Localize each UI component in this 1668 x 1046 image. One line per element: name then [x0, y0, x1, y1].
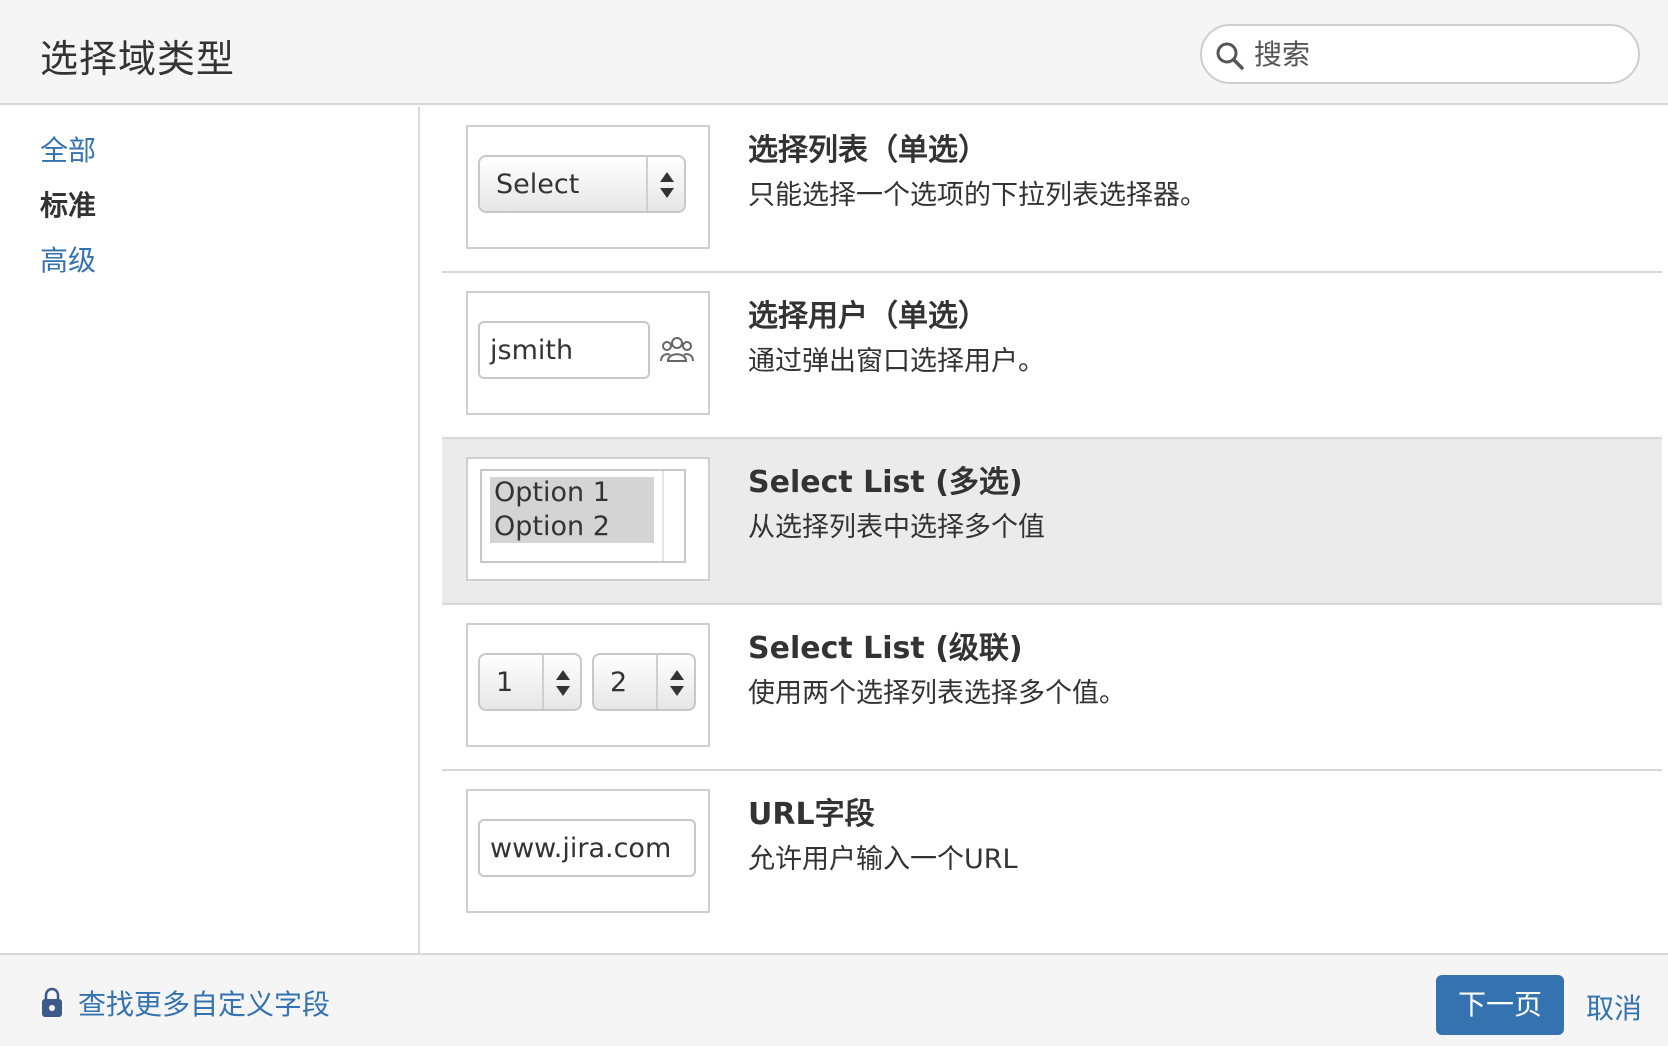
category-sidebar: 全部 标准 高级	[0, 107, 420, 953]
field-preview: Select	[466, 125, 710, 249]
select-preview-label: Select	[496, 169, 580, 200]
field-preview: jsmith	[466, 291, 710, 415]
marketplace-bag-icon	[42, 987, 62, 1017]
field-type-description: 允许用户输入一个URL	[748, 844, 1018, 875]
cascade-second-value: 2	[610, 667, 628, 698]
field-type-title: 选择列表（单选）	[748, 133, 988, 168]
select-arrows-icon	[646, 157, 684, 211]
user-group-icon	[660, 337, 694, 362]
listbox-preview: Option 1 Option 2	[480, 469, 686, 563]
dialog-header: 选择域类型	[0, 0, 1668, 105]
url-input-value: www.jira.com	[490, 833, 672, 864]
select-arrows-icon	[542, 655, 580, 709]
next-button[interactable]: 下一页	[1436, 975, 1564, 1035]
sidebar-item-advanced[interactable]: 高级	[40, 239, 96, 279]
field-type-description: 从选择列表中选择多个值	[748, 512, 1045, 543]
field-preview: 1 2	[466, 623, 710, 747]
field-type-title: URL字段	[748, 797, 875, 832]
listbox-option: Option 1	[494, 477, 610, 508]
field-preview: www.jira.com	[466, 789, 710, 913]
search-box[interactable]	[1200, 24, 1640, 84]
sidebar-item-all[interactable]: 全部	[40, 129, 96, 169]
listbox-option: Option 2	[494, 511, 610, 542]
field-type-title: 选择用户（单选）	[748, 299, 988, 334]
field-type-select-single[interactable]: Select 选择列表（单选） 只能选择一个选项的下拉列表选择器。	[442, 107, 1662, 273]
url-input-preview: www.jira.com	[478, 819, 696, 877]
dialog-title: 选择域类型	[40, 37, 236, 81]
select-arrows-icon	[656, 655, 694, 709]
field-type-title: Select List (多选)	[748, 465, 1023, 500]
select-preview: Select	[478, 155, 686, 213]
search-input[interactable]	[1254, 34, 1624, 74]
user-input-value: jsmith	[490, 335, 574, 366]
field-type-user-picker[interactable]: jsmith 选择用户（单选） 通过弹出窗口选择用户。	[442, 273, 1662, 439]
dialog-footer: 查找更多自定义字段 下一页 取消	[0, 953, 1668, 1046]
field-type-url[interactable]: www.jira.com URL字段 允许用户输入一个URL	[442, 771, 1662, 937]
field-type-cascading-select[interactable]: 1 2 Select List (级联) 使用两个选择列表选择多个值。	[442, 605, 1662, 771]
field-preview: Option 1 Option 2	[466, 457, 710, 581]
cascade-second-select: 2	[592, 653, 696, 711]
listbox-scrollbar	[662, 471, 684, 561]
sidebar-item-standard[interactable]: 标准	[40, 184, 96, 224]
search-icon	[1216, 42, 1244, 70]
field-type-description: 通过弹出窗口选择用户。	[748, 346, 1045, 377]
field-type-title: Select List (级联)	[748, 631, 1023, 666]
field-type-multi-select[interactable]: Option 1 Option 2 Select List (多选) 从选择列表…	[442, 439, 1662, 605]
cascade-first-select: 1	[478, 653, 582, 711]
field-type-list: Select 选择列表（单选） 只能选择一个选项的下拉列表选择器。 jsmith…	[422, 107, 1668, 953]
find-more-fields-label[interactable]: 查找更多自定义字段	[78, 983, 330, 1023]
user-input-preview: jsmith	[478, 321, 650, 379]
field-type-description: 只能选择一个选项的下拉列表选择器。	[748, 180, 1207, 211]
cancel-link[interactable]: 取消	[1586, 987, 1642, 1027]
field-type-description: 使用两个选择列表选择多个值。	[748, 678, 1126, 709]
cascade-first-value: 1	[496, 667, 514, 698]
